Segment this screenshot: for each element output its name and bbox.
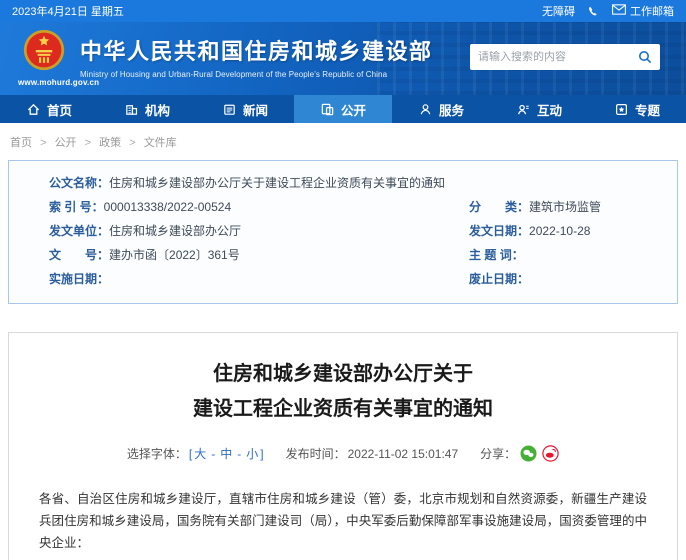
breadcrumb-separator: >	[129, 137, 135, 149]
meta-row-issuing-unit: 发文单位：住房和城乡建设部办公厅	[49, 219, 445, 243]
home-icon	[26, 102, 41, 117]
share-weibo-icon[interactable]	[542, 445, 559, 462]
nav-label: 服务	[439, 100, 464, 119]
meta-label: 分 类：	[469, 200, 529, 214]
organization-icon	[124, 102, 139, 117]
meta-row-index-number: 索 引 号：000013338/2022-00524	[49, 195, 445, 219]
meta-row-implement-date: 实施日期：	[49, 267, 445, 291]
top-utility-bar: 2023年4月21日 星期五 无障碍 工作邮箱	[0, 0, 686, 22]
breadcrumb-separator: >	[85, 137, 91, 149]
nav-item-topics[interactable]: 专题	[588, 95, 686, 123]
meta-row-subject-words: 主 题 词：	[469, 243, 677, 267]
share-label: 分享：	[480, 445, 516, 462]
font-size-large[interactable]: 大	[194, 445, 206, 462]
service-icon	[418, 102, 433, 117]
article-title-line1: 住房和城乡建设部办公厅关于	[39, 357, 647, 392]
meta-label: 文 号：	[49, 248, 109, 262]
font-bracket-close: ]	[260, 447, 263, 461]
nav-label: 首页	[47, 100, 72, 119]
article-title-line2: 建设工程企业资质有关事宜的通知	[39, 392, 647, 427]
header-banner: www.mohurd.gov.cn 中华人民共和国住房和城乡建设部 Minist…	[0, 22, 686, 95]
site-title-english: Ministry of Housing and Urban-Rural Deve…	[80, 70, 433, 79]
nav-item-interaction[interactable]: 互动	[490, 95, 588, 123]
breadcrumb-policy[interactable]: 政策	[99, 137, 121, 149]
search-input[interactable]	[470, 51, 630, 63]
nav-label: 机构	[145, 100, 170, 119]
nav-label: 互动	[537, 100, 562, 119]
publish-time: 2022-11-02 15:01:47	[348, 447, 459, 461]
nav-item-services[interactable]: 服务	[392, 95, 490, 123]
meta-value: 建筑市场监管	[529, 200, 601, 214]
mail-icon	[612, 4, 626, 18]
breadcrumb-home[interactable]: 首页	[10, 137, 32, 149]
font-size-medium[interactable]: 中	[220, 445, 232, 462]
article-info-bar: 选择字体： [ 大 - 中 - 小 ] 发布时间： 2022-11-02 15:…	[39, 445, 647, 462]
breadcrumb-library: 文件库	[144, 137, 177, 149]
font-dash: -	[237, 447, 241, 461]
current-date: 2023年4月21日 星期五	[12, 3, 124, 19]
meta-value: 建办市函〔2022〕361号	[109, 248, 240, 262]
breadcrumb-separator: >	[40, 137, 46, 149]
meta-row-repeal-date: 废止日期：	[469, 267, 677, 291]
search-icon	[637, 49, 653, 65]
meta-row-issue-date: 发文日期：2022-10-28	[469, 219, 677, 243]
article-paragraph-salutation: 各省、自治区住房和城乡建设厅，直辖市住房和城乡建设（管）委，北京市规划和自然资源…	[39, 488, 647, 554]
nav-label: 公开	[341, 100, 366, 119]
article-title: 住房和城乡建设部办公厅关于 建设工程企业资质有关事宜的通知	[39, 357, 647, 427]
font-bracket-open: [	[189, 447, 192, 461]
news-icon	[222, 102, 237, 117]
article-box: 住房和城乡建设部办公厅关于 建设工程企业资质有关事宜的通知 选择字体： [ 大 …	[8, 332, 678, 560]
meta-value: 2022-10-28	[529, 224, 590, 238]
nav-item-home[interactable]: 首页	[0, 95, 98, 123]
search-button[interactable]	[630, 44, 660, 70]
meta-row-doc-name: 公文名称：住房和城乡建设部办公厅关于建设工程企业资质有关事宜的通知	[49, 171, 445, 195]
meta-label: 主 题 词：	[469, 248, 524, 262]
meta-label: 发文日期：	[469, 224, 529, 238]
meta-row-doc-number: 文 号：建办市函〔2022〕361号	[49, 243, 445, 267]
breadcrumb: 首页 > 公开 > 政策 > 文件库	[0, 123, 686, 160]
document-meta-box: 公文名称：住房和城乡建设部办公厅关于建设工程企业资质有关事宜的通知 索 引 号：…	[8, 160, 678, 304]
font-size-small[interactable]: 小	[246, 445, 258, 462]
site-url: www.mohurd.gov.cn	[18, 78, 70, 87]
font-select-label: 选择字体：	[127, 445, 187, 462]
work-mailbox-link[interactable]: 工作邮箱	[612, 3, 674, 19]
meta-label: 发文单位：	[49, 224, 109, 238]
publish-time-label: 发布时间：	[286, 445, 346, 462]
meta-value: 住房和城乡建设部办公厅关于建设工程企业资质有关事宜的通知	[109, 176, 445, 190]
meta-label: 实施日期：	[49, 272, 109, 286]
meta-row-category: 分 类：建筑市场监管	[469, 195, 677, 219]
accessibility-label: 无障碍	[542, 3, 575, 19]
national-emblem-icon	[22, 59, 66, 76]
nav-label: 新闻	[243, 100, 268, 119]
phone-icon[interactable]	[587, 5, 600, 18]
accessibility-link[interactable]: 无障碍	[542, 3, 575, 19]
meta-value: 000013338/2022-00524	[104, 200, 231, 214]
article-body: 各省、自治区住房和城乡建设厅，直辖市住房和城乡建设（管）委，北京市规划和自然资源…	[39, 488, 647, 560]
nav-item-disclosure[interactable]: 公开	[294, 95, 392, 123]
meta-label: 公文名称：	[49, 176, 109, 190]
meta-label: 索 引 号：	[49, 200, 104, 214]
share-wechat-icon[interactable]	[520, 445, 537, 462]
site-title: 中华人民共和国住房和城乡建设部	[80, 34, 433, 66]
nav-item-news[interactable]: 新闻	[196, 95, 294, 123]
search-box	[470, 44, 660, 70]
mailbox-label: 工作邮箱	[630, 3, 674, 19]
nav-label: 专题	[635, 100, 660, 119]
topics-icon	[614, 102, 629, 117]
meta-label: 废止日期：	[469, 272, 529, 286]
font-dash: -	[211, 447, 215, 461]
main-nav: 首页 机构 新闻 公开 服务 互动 专题	[0, 95, 686, 123]
breadcrumb-disclosure[interactable]: 公开	[55, 137, 77, 149]
disclosure-icon	[320, 102, 335, 117]
nav-item-organization[interactable]: 机构	[98, 95, 196, 123]
meta-value: 住房和城乡建设部办公厅	[109, 224, 241, 238]
interaction-icon	[516, 102, 531, 117]
